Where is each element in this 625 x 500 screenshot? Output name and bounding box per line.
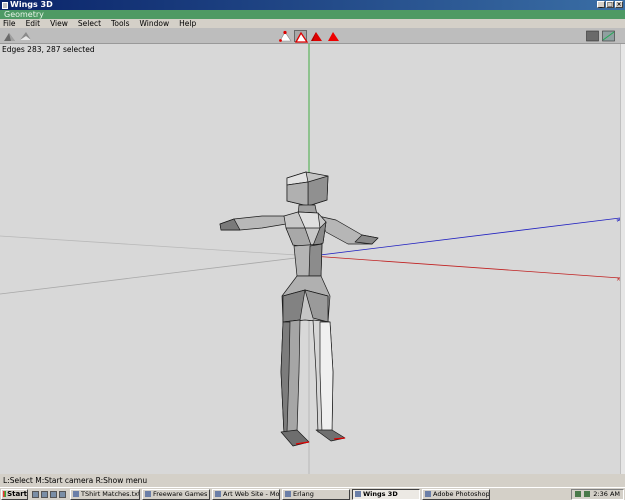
quicklaunch-media-icon[interactable] xyxy=(59,490,66,498)
notepad-icon xyxy=(73,491,79,497)
toolbar xyxy=(0,28,625,44)
system-tray: 2:36 AM xyxy=(571,488,624,500)
start-button[interactable]: Start xyxy=(1,488,28,500)
front-view-icon[interactable] xyxy=(19,30,32,42)
erlang-icon xyxy=(285,491,291,497)
network-icon[interactable] xyxy=(575,491,582,497)
menu-window[interactable]: Window xyxy=(140,19,170,28)
quicklaunch-browser-icon[interactable] xyxy=(41,490,48,498)
figure-model[interactable] xyxy=(219,171,379,447)
taskbar-item-tshirt[interactable]: TShirt Matches.txt - ... xyxy=(70,488,140,500)
window-title-bar[interactable]: Wings 3D _ □ × xyxy=(0,0,625,10)
quick-launch xyxy=(32,490,66,498)
windows-flag-icon xyxy=(3,491,7,497)
taskbar-item-photoshop[interactable]: Adobe Photoshop xyxy=(422,488,490,500)
volume-icon[interactable] xyxy=(584,491,591,497)
taskbar-item-erlang[interactable]: Erlang xyxy=(282,488,350,500)
menu-edit[interactable]: Edit xyxy=(26,19,41,28)
photoshop-icon xyxy=(425,491,431,497)
menu-bar: File Edit View Select Tools Window Help xyxy=(0,19,625,28)
shaded-view-icon[interactable] xyxy=(586,30,599,42)
scene-canvas[interactable]: ≠ × xyxy=(0,44,620,474)
menu-help[interactable]: Help xyxy=(179,19,196,28)
folder-icon xyxy=(145,491,151,497)
viewport-right-edge xyxy=(620,44,625,474)
window-title: Wings 3D xyxy=(10,0,53,9)
geometry-window-title: Geometry xyxy=(0,10,625,19)
face-mode-icon[interactable] xyxy=(310,30,323,42)
app-icon xyxy=(2,1,8,9)
menu-file[interactable]: File xyxy=(3,19,16,28)
mozilla-icon xyxy=(215,491,221,497)
geometry-viewport[interactable]: ≠ × Edges 283, 287 selected xyxy=(0,44,620,474)
axis-x-negative xyxy=(0,235,313,257)
wings3d-icon xyxy=(355,491,361,497)
taskbar-item-wings3d[interactable]: Wings 3D xyxy=(352,488,420,500)
taskbar: Start TShirt Matches.txt - ... Freeware … xyxy=(0,487,625,500)
axis-x xyxy=(311,255,620,279)
body-mode-icon[interactable] xyxy=(327,30,340,42)
maximize-button[interactable]: □ xyxy=(606,1,614,8)
vertex-mode-icon[interactable] xyxy=(279,30,292,42)
taskbar-item-freeware[interactable]: Freeware Games xyxy=(142,488,210,500)
selection-status: Edges 283, 287 selected xyxy=(2,45,95,54)
screen: Wings 3D _ □ × Geometry File Edit View S… xyxy=(0,0,625,500)
mouse-hint-line: L:Select M:Start camera R:Show menu xyxy=(0,476,625,486)
close-button[interactable]: × xyxy=(615,1,623,8)
taskbar-item-mozilla[interactable]: Art Web Site - Mozilla xyxy=(212,488,280,500)
wireframe-toggle-icon[interactable] xyxy=(602,30,615,42)
menu-view[interactable]: View xyxy=(50,19,68,28)
view-tool-icon[interactable] xyxy=(3,30,16,42)
menu-select[interactable]: Select xyxy=(78,19,101,28)
edge-mode-icon[interactable] xyxy=(294,30,308,43)
menu-tools[interactable]: Tools xyxy=(111,19,129,28)
quicklaunch-app-icon[interactable] xyxy=(50,490,57,498)
minimize-button[interactable]: _ xyxy=(597,1,605,8)
clock[interactable]: 2:36 AM xyxy=(593,490,620,498)
axis-z-negative xyxy=(0,255,313,295)
quicklaunch-desktop-icon[interactable] xyxy=(32,490,39,498)
